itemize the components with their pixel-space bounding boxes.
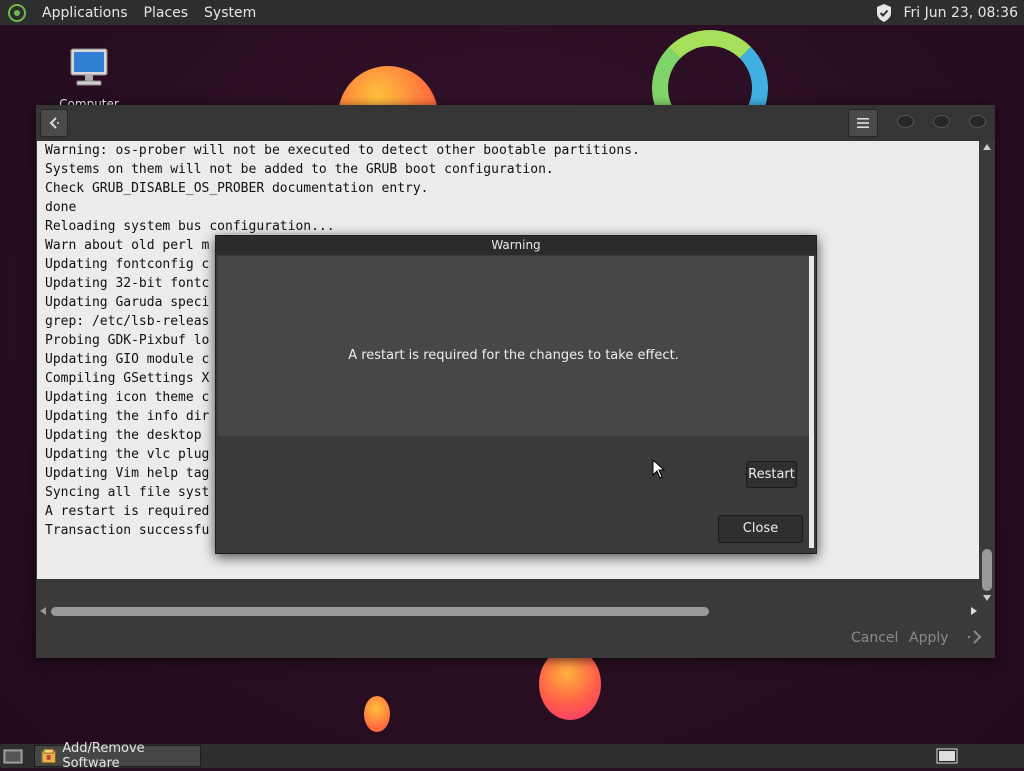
- panel-tray: Fri Jun 23, 08:36: [875, 3, 1018, 23]
- wallpaper-orange-blob-bottom: [539, 648, 601, 720]
- garuda-logo-icon[interactable]: [8, 3, 26, 22]
- dialog-message: A restart is required for the changes to…: [348, 348, 679, 363]
- log-line: Updating Garuda speci: [45, 295, 210, 310]
- log-line: Warning: os-prober will not be executed …: [45, 143, 640, 158]
- next-arrow-icon[interactable]: [966, 628, 984, 646]
- log-line: done: [45, 200, 77, 215]
- show-desktop-icon[interactable]: [3, 747, 23, 765]
- taskbar-item-add-remove-software[interactable]: Add/Remove Software: [34, 741, 201, 771]
- log-line: Probing GDK-Pixbuf lo: [45, 333, 210, 348]
- clock[interactable]: Fri Jun 23, 08:36: [903, 5, 1018, 21]
- log-line: Updating GIO module c: [45, 352, 210, 367]
- hamburger-menu-icon: [857, 118, 869, 128]
- horizontal-scroll-thumb[interactable]: [51, 607, 709, 616]
- horizontal-scrollbar[interactable]: [37, 603, 979, 619]
- log-line: Updating 32-bit fontc: [45, 276, 210, 291]
- log-line: Updating the info dir: [45, 409, 210, 424]
- back-button[interactable]: [40, 109, 68, 137]
- top-panel: Applications Places System Fri Jun 23, 0…: [0, 0, 1024, 25]
- bottom-taskbar: Add/Remove Software: [0, 741, 1024, 771]
- log-line: Updating icon theme c: [45, 390, 210, 405]
- close-button[interactable]: Close: [718, 515, 803, 543]
- menu-button[interactable]: [848, 109, 878, 137]
- shield-icon[interactable]: [875, 3, 893, 23]
- maximize-button[interactable]: [933, 115, 950, 128]
- log-line: Updating Vim help tag: [45, 466, 210, 481]
- log-line: Compiling GSettings X: [45, 371, 210, 386]
- dialog-title: Warning: [216, 236, 816, 255]
- scroll-up-icon[interactable]: [983, 144, 991, 150]
- package-icon: [41, 748, 56, 764]
- window-action-bar: Cancel Apply: [36, 621, 995, 658]
- cancel-button[interactable]: Cancel: [851, 630, 898, 646]
- close-window-button[interactable]: [969, 115, 986, 128]
- workspace-switcher-icon[interactable]: [936, 747, 958, 765]
- log-line: Warn about old perl m: [45, 238, 210, 253]
- desktop-icon-computer[interactable]: Computer: [56, 46, 122, 111]
- taskbar-item-label: Add/Remove Software: [62, 741, 145, 771]
- wallpaper-small-blob: [364, 696, 390, 732]
- log-line: grep: /etc/lsb-releas: [45, 314, 210, 329]
- warning-dialog: Warning A restart is required for the ch…: [215, 235, 817, 554]
- vertical-scrollbar[interactable]: [979, 141, 995, 601]
- computer-icon: [70, 48, 108, 86]
- applications-menu[interactable]: Applications: [34, 5, 136, 21]
- log-line: Check GRUB_DISABLE_OS_PROBER documentati…: [45, 181, 429, 196]
- log-line: Updating the desktop: [45, 428, 210, 443]
- window-headerbar: [36, 105, 995, 141]
- log-line: Updating fontconfig c: [45, 257, 210, 272]
- system-menu[interactable]: System: [196, 5, 264, 21]
- log-line: Updating the vlc plug: [45, 447, 210, 462]
- log-line: Systems on them will not be added to the…: [45, 162, 554, 177]
- minimize-button[interactable]: [897, 115, 914, 128]
- dialog-message-area: A restart is required for the changes to…: [218, 256, 809, 436]
- log-line: Transaction successfu: [45, 523, 210, 538]
- scroll-right-icon[interactable]: [971, 607, 977, 615]
- vertical-scroll-thumb[interactable]: [982, 549, 992, 591]
- scroll-left-icon[interactable]: [40, 607, 46, 615]
- mouse-cursor-icon: [652, 459, 666, 479]
- back-arrow-icon: [49, 117, 59, 129]
- log-line: Syncing all file syst: [45, 485, 210, 500]
- scroll-down-icon[interactable]: [983, 595, 991, 601]
- restart-button[interactable]: Restart: [746, 461, 797, 488]
- log-line: Reloading system bus configuration...: [45, 219, 335, 234]
- apply-button[interactable]: Apply: [909, 630, 949, 646]
- dialog-edge: [809, 256, 814, 548]
- log-line: A restart is required: [45, 504, 210, 519]
- places-menu[interactable]: Places: [136, 5, 197, 21]
